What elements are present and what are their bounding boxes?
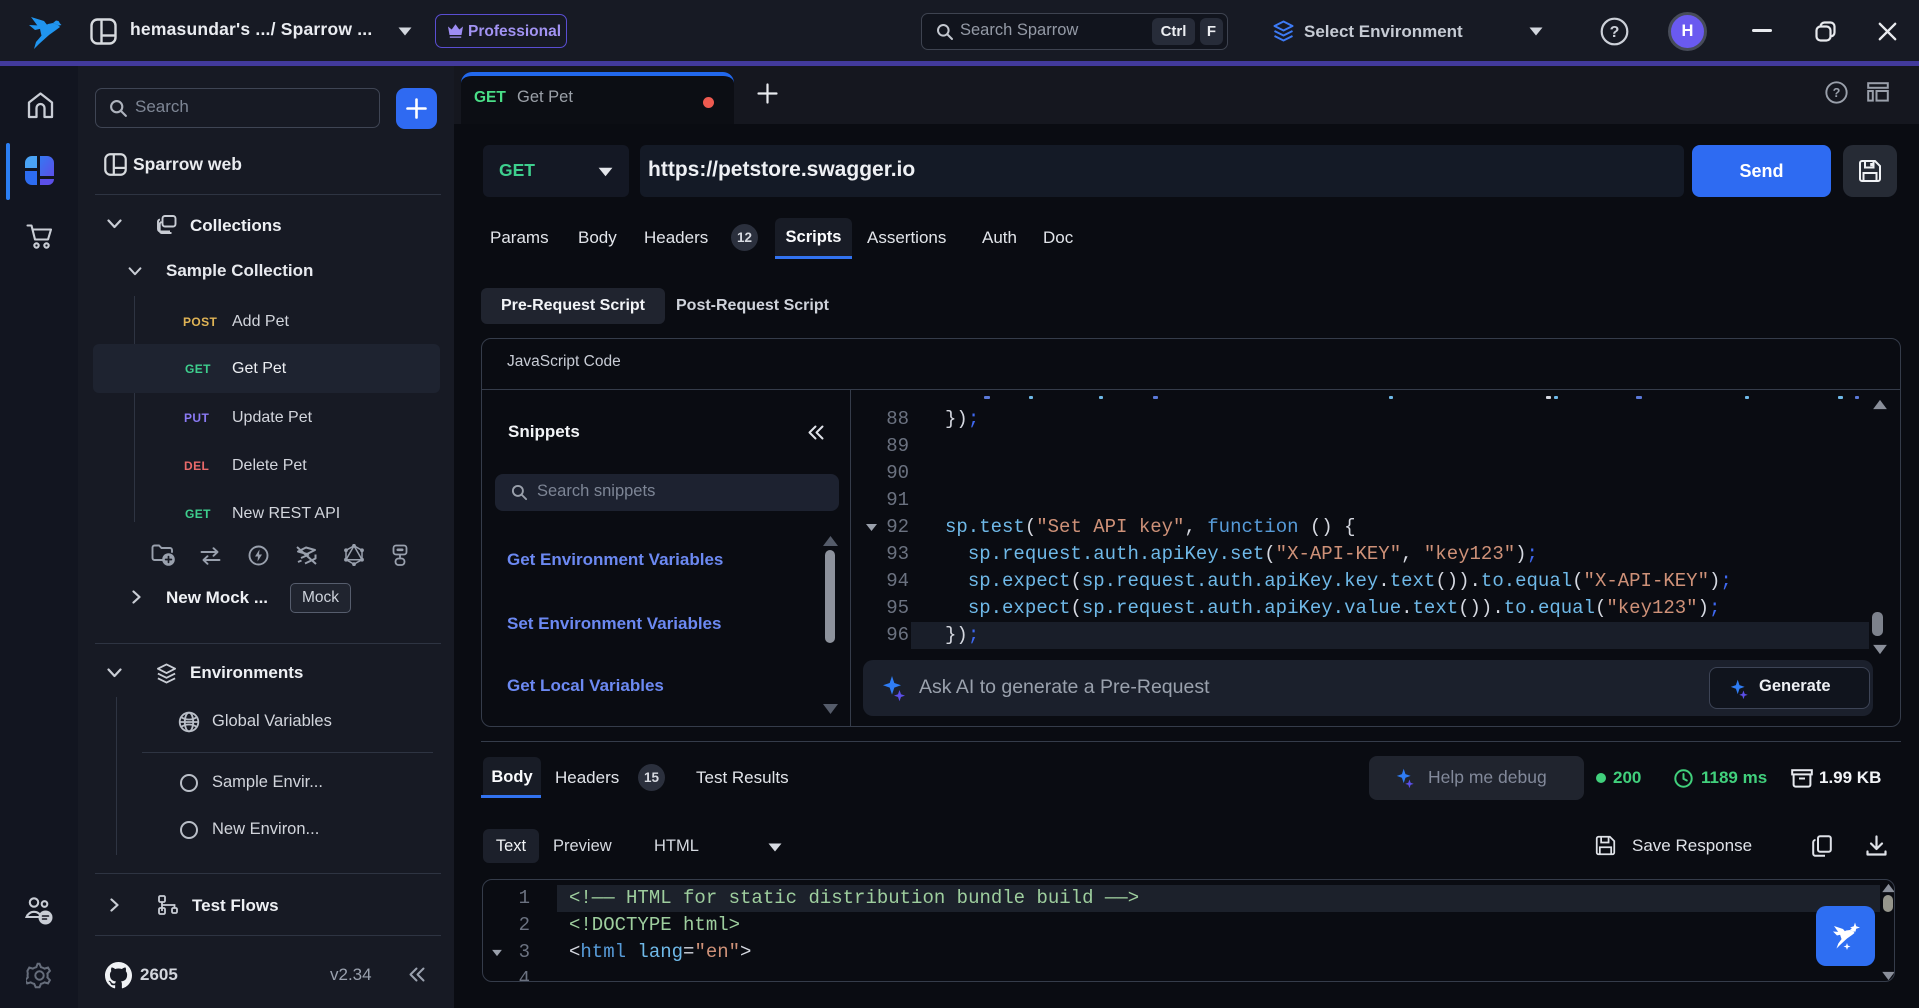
svg-text:?: ? <box>1833 86 1841 100</box>
svg-text:?: ? <box>1610 24 1620 41</box>
